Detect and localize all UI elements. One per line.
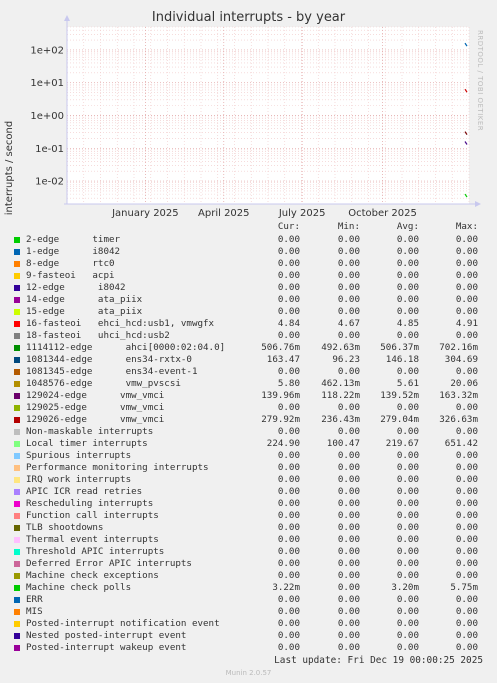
legend-value-max: 0.00 bbox=[455, 546, 478, 557]
legend-value-max: 0.00 bbox=[455, 522, 478, 533]
legend-row: MIS 0.00 0.00 0.00 0.00 bbox=[0, 606, 497, 618]
legend-value-max: 0.00 bbox=[455, 282, 478, 293]
legend-row: Machine check exceptions 0.00 0.00 0.00 0.00 bbox=[0, 570, 497, 582]
legend-header-max: Max: bbox=[455, 221, 478, 232]
legend-row: IRQ work interrupts 0.00 0.00 0.00 0.00 bbox=[0, 474, 497, 486]
legend-row: 1048576-edge vmw_pvscsi 5.80 462.13m 5.61 20… bbox=[0, 378, 497, 390]
legend-value-max: 0.00 bbox=[455, 570, 478, 581]
legend-row: 12-edge i8042 0.00 0.00 0.00 0.00 bbox=[0, 282, 497, 294]
legend-value-max: 4.91 bbox=[455, 318, 478, 329]
legend-row: 129024-edge vmw_vmci 139.96m 118.22m 139.52… bbox=[0, 390, 497, 402]
legend-value-max: 0.00 bbox=[455, 258, 478, 269]
legend-row: 2-edge timer 0.00 0.00 0.00 0.00 bbox=[0, 234, 497, 246]
legend-row: Spurious interrupts 0.00 0.00 0.00 0.00 bbox=[0, 450, 497, 462]
legend-value-max: 0.00 bbox=[455, 606, 478, 617]
legend-value-max: 0.00 bbox=[455, 498, 478, 509]
legend-value-max: 0.00 bbox=[455, 270, 478, 281]
legend-value-max: 304.69 bbox=[444, 354, 478, 365]
legend-row: 8-edge rtc0 0.00 0.00 0.00 0.00 bbox=[0, 258, 497, 270]
legend-row: 129025-edge vmw_vmci 0.00 0.00 0.00 0.00 bbox=[0, 402, 497, 414]
x-tick-label: July 2025 bbox=[278, 208, 326, 219]
legend-row: Local timer interrupts 224.90 100.47 219.67… bbox=[0, 438, 497, 450]
legend-row: 129026-edge vmw_vmci 279.92m 236.43m 279.04… bbox=[0, 414, 497, 426]
legend-value-max: 0.00 bbox=[455, 486, 478, 497]
legend-value-max: 0.00 bbox=[455, 402, 478, 413]
legend-value-max: 20.06 bbox=[450, 378, 478, 389]
legend-value-max: 0.00 bbox=[455, 642, 478, 653]
legend-value-max: 0.00 bbox=[455, 426, 478, 437]
legend-value-max: 163.32m bbox=[439, 390, 478, 401]
y-tick-label: 1e+02 bbox=[30, 45, 64, 56]
legend-row: TLB shootdowns 0.00 0.00 0.00 0.00 bbox=[0, 522, 497, 534]
legend-value-max: 651.42 bbox=[444, 438, 478, 449]
legend-row: Posted-interrupt wakeup event 0.00 0.00 0.0… bbox=[0, 642, 497, 654]
legend-row: Function call interrupts 0.00 0.00 0.00 0.00 bbox=[0, 510, 497, 522]
y-tick-label: 1e+00 bbox=[30, 111, 64, 122]
legend-value-max: 0.00 bbox=[455, 246, 478, 257]
legend-value-max: 0.00 bbox=[455, 534, 478, 545]
legend-row: Performance monitoring interrupts 0.00 0.0… bbox=[0, 462, 497, 474]
legend-value-max: 0.00 bbox=[455, 450, 478, 461]
y-tick-label: 1e+01 bbox=[30, 78, 64, 89]
x-tick-label: April 2025 bbox=[198, 208, 249, 219]
legend-row: Machine check polls 3.22m 0.00 3.20m 5.75m bbox=[0, 582, 497, 594]
legend-row: Non-maskable interrupts 0.00 0.00 0.00 0.00 bbox=[0, 426, 497, 438]
y-axis-arrow bbox=[64, 15, 70, 21]
legend-row: 1081344-edge ens34-rxtx-0 163.47 96.23 146.… bbox=[0, 354, 497, 366]
x-tick-label: October 2025 bbox=[348, 208, 417, 219]
legend-row: 1-edge i8042 0.00 0.00 0.00 0.00 bbox=[0, 246, 497, 258]
legend-value-max: 0.00 bbox=[455, 594, 478, 605]
legend-row: Nested posted-interrupt event 0.00 0.00 0.0… bbox=[0, 630, 497, 642]
legend-row: 18-fasteoi uhci_hcd:usb2 0.00 0.00 0.00 0.00 bbox=[0, 330, 497, 342]
legend-value-max: 0.00 bbox=[455, 234, 478, 245]
x-tick-label: January 2025 bbox=[111, 208, 179, 219]
legend-row: Threshold APIC interrupts 0.00 0.00 0.00 0.0… bbox=[0, 546, 497, 558]
x-axis-arrow bbox=[475, 201, 481, 207]
y-tick-label: 1e-01 bbox=[35, 144, 64, 155]
legend-row: 9-fasteoi acpi 0.00 0.00 0.00 0.00 bbox=[0, 270, 497, 282]
legend-row: 14-edge ata_piix 0.00 0.00 0.00 0.00 bbox=[0, 294, 497, 306]
legend-row: APIC ICR read retries 0.00 0.00 0.00 0.00 bbox=[0, 486, 497, 498]
legend-row: 1081345-edge ens34-event-1 0.00 0.00 0.00 0.… bbox=[0, 366, 497, 378]
legend-value-max: 0.00 bbox=[455, 366, 478, 377]
legend-value-max: 0.00 bbox=[455, 306, 478, 317]
legend-row: Rescheduling interrupts 0.00 0.00 0.00 0.00 bbox=[0, 498, 497, 510]
plot-area: 1e-02 1e-01 1e+00 1e+01 1e+02 January 2025 Apr… bbox=[30, 15, 481, 219]
legend-value-max: 326.63m bbox=[439, 414, 478, 425]
legend-row: 16-fasteoi ehci_hcd:usb1, vmwgfx 4.84 4.67… bbox=[0, 318, 497, 330]
legend-row: 15-edge ata_piix 0.00 0.00 0.00 0.00 bbox=[0, 306, 497, 318]
legend-value-max: 0.00 bbox=[455, 474, 478, 485]
legend-row: Thermal event interrupts 0.00 0.00 0.00 0.00 bbox=[0, 534, 497, 546]
legend-value-max: 0.00 bbox=[455, 462, 478, 473]
legend-row: Posted-interrupt notification event 0.00 0… bbox=[0, 618, 497, 630]
legend-value-max: 0.00 bbox=[455, 294, 478, 305]
legend-row: Deferred Error APIC interrupts 0.00 0.00 0.… bbox=[0, 558, 497, 570]
legend-value-max: 0.00 bbox=[455, 330, 478, 341]
munin-version: Munin 2.0.57 bbox=[225, 669, 272, 677]
legend-value-max: 0.00 bbox=[455, 558, 478, 569]
legend-value-max: 0.00 bbox=[455, 630, 478, 641]
legend-row: 1114112-edge ahci[0000:02:04.0] 506.76m 49… bbox=[0, 342, 497, 354]
legend-value-max: 0.00 bbox=[455, 618, 478, 629]
legend-value-max: 5.75m bbox=[450, 582, 478, 593]
last-update: Last update: Fri Dec 19 00:00:25 2025 bbox=[274, 655, 483, 666]
legend-value-max: 0.00 bbox=[455, 510, 478, 521]
y-tick-label: 1e-02 bbox=[35, 177, 64, 188]
legend-value-max: 702.16m bbox=[439, 342, 478, 353]
legend-row: ERR 0.00 0.00 0.00 0.00 bbox=[0, 594, 497, 606]
